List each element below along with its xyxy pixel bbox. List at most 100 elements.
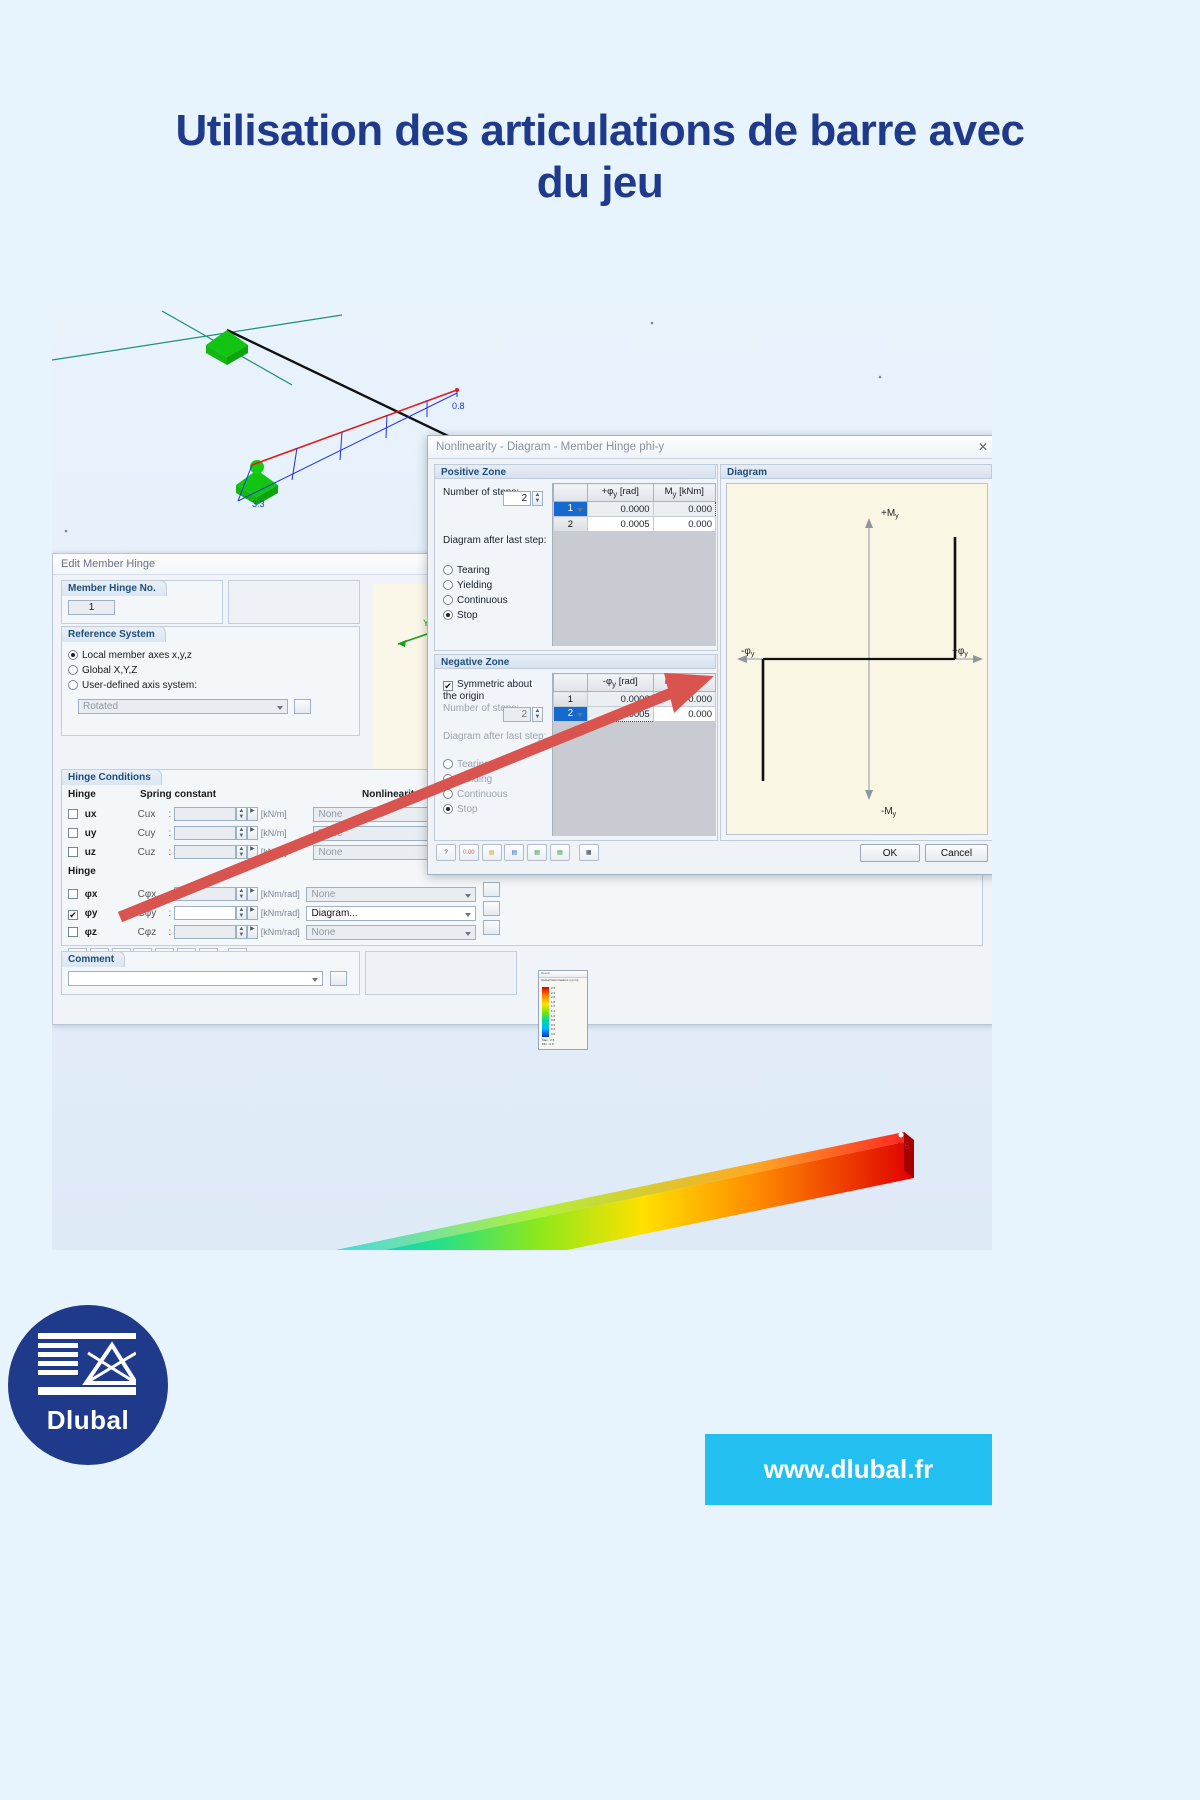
negative-zone-table[interactable]: -φy [rad] My [kNm] 1 0.0000 0.000 2 -0.0… bbox=[553, 673, 717, 722]
row-phi[interactable]: 0.0000 bbox=[586, 501, 654, 517]
diagram-canvas[interactable]: +My -My -φy +φy bbox=[726, 483, 988, 835]
spring-value-input[interactable] bbox=[173, 925, 236, 940]
member-hinge-no-field[interactable]: 1 bbox=[68, 600, 115, 615]
row-my[interactable]: 0.000 bbox=[652, 501, 717, 517]
spinner-icon[interactable]: ▲ ▼ bbox=[235, 925, 247, 940]
save-icon[interactable]: ▤ bbox=[504, 844, 525, 861]
negative-option-continuous[interactable]: Continuous bbox=[443, 789, 508, 800]
axis-system-edit-icon[interactable] bbox=[294, 699, 311, 714]
radio-local-member-axes[interactable]: Local member axes x,y,z bbox=[68, 650, 197, 661]
positive-zone-table[interactable]: +φy [rad] My [kNm] 1 0.0000 0.000 2 0.00… bbox=[553, 483, 717, 532]
table-row[interactable]: 2 -0.0005 0.000 bbox=[553, 706, 717, 722]
checkbox-icon[interactable] bbox=[68, 889, 78, 899]
nonlinearity-dialog[interactable]: Nonlinearity - Diagram - Member Hinge ph… bbox=[427, 435, 992, 875]
checkbox-icon[interactable] bbox=[68, 809, 78, 819]
row-phi[interactable]: 0.0000 bbox=[586, 691, 654, 707]
spring-value-input[interactable] bbox=[173, 887, 236, 902]
spin-right-icon[interactable]: ▶ bbox=[246, 887, 258, 902]
unit-label: [kN/m] bbox=[260, 828, 287, 838]
result-label-max: 2.5 bbox=[897, 1141, 910, 1151]
cancel-button[interactable]: Cancel bbox=[925, 844, 988, 862]
negative-steps-spinner-icon[interactable]: ▲ ▼ bbox=[532, 707, 543, 722]
negative-steps-input[interactable]: 2 bbox=[503, 707, 531, 722]
row-index[interactable]: 1 bbox=[553, 691, 588, 707]
positive-steps-input[interactable]: 2 bbox=[503, 491, 531, 506]
dof-label: ux bbox=[84, 809, 97, 820]
spin-right-icon[interactable]: ▶ bbox=[246, 925, 258, 940]
units-icon[interactable]: 0.00 bbox=[458, 844, 479, 861]
radio-user-defined-axes[interactable]: User-defined axis system: bbox=[68, 680, 197, 691]
row-index[interactable]: 2 bbox=[553, 516, 588, 532]
nonlinearity-select-phiz[interactable]: None bbox=[306, 925, 477, 940]
calculator-icon[interactable]: ▦ bbox=[578, 844, 599, 861]
nonlinearity-edit-icon[interactable] bbox=[483, 920, 501, 935]
nonlinearity-edit-icon[interactable] bbox=[483, 901, 501, 916]
row-my[interactable]: 0.000 bbox=[652, 691, 717, 707]
nonlinearity-select-phix[interactable]: None bbox=[306, 887, 477, 902]
table-row[interactable]: 1 0.0000 0.000 bbox=[553, 501, 717, 517]
positive-steps-spinner-icon[interactable]: ▲ ▼ bbox=[532, 491, 543, 506]
checkbox-icon[interactable] bbox=[68, 847, 78, 857]
positive-zone-table-wrap[interactable]: +φy [rad] My [kNm] 1 0.0000 0.000 2 0.00… bbox=[552, 483, 717, 646]
positive-option-stop[interactable]: Stop bbox=[443, 610, 508, 621]
spin-right-icon[interactable]: ▶ bbox=[246, 807, 258, 822]
unit-label: [kN/m] bbox=[260, 847, 287, 857]
col-phi: +φy [rad] bbox=[586, 483, 654, 502]
table-row[interactable]: 2 0.0005 0.000 bbox=[553, 516, 717, 532]
nonlinearity-edit-icon[interactable] bbox=[483, 882, 501, 897]
spring-value-input[interactable] bbox=[173, 807, 236, 822]
row-phi[interactable]: -0.0005 bbox=[586, 706, 654, 722]
spinner-icon[interactable]: ▲ ▼ bbox=[235, 887, 247, 902]
ok-button[interactable]: OK bbox=[860, 844, 920, 862]
table-row[interactable]: 1 0.0000 0.000 bbox=[553, 691, 717, 707]
member-hinge-no-label: Member Hinge No. bbox=[61, 580, 167, 596]
row-my[interactable]: 0.000 bbox=[652, 516, 717, 532]
export-icon[interactable]: ▤ bbox=[549, 844, 570, 861]
unit-label: [kNm/rad] bbox=[260, 927, 300, 937]
negative-option-yielding[interactable]: Yielding bbox=[443, 774, 508, 785]
radio-icon bbox=[68, 665, 78, 675]
checkbox-icon[interactable] bbox=[68, 828, 78, 838]
positive-option-tearing[interactable]: Tearing bbox=[443, 565, 508, 576]
checkbox-icon[interactable] bbox=[68, 927, 78, 937]
spinner-icon[interactable]: ▲ ▼ bbox=[235, 845, 247, 860]
spin-right-icon[interactable]: ▶ bbox=[246, 845, 258, 860]
nonlinearity-select-phiy[interactable]: Diagram... bbox=[306, 906, 477, 921]
screenshot-composite: 0.8 3.3 Edit Member Hinge Member Hinge N… bbox=[52, 305, 992, 1250]
spring-value-input[interactable] bbox=[173, 845, 236, 860]
row-my[interactable]: 0.000 bbox=[652, 706, 717, 722]
checkbox-icon[interactable] bbox=[68, 910, 78, 920]
spring-value-input[interactable] bbox=[173, 906, 236, 921]
nonlinearity-title-bar: Nonlinearity - Diagram - Member Hinge ph… bbox=[428, 436, 992, 459]
unit-label: [kNm/rad] bbox=[260, 889, 300, 899]
negative-zone-table-wrap[interactable]: -φy [rad] My [kNm] 1 0.0000 0.000 2 -0.0… bbox=[552, 673, 717, 836]
open-icon[interactable]: ▤ bbox=[481, 844, 502, 861]
radio-global-axes[interactable]: Global X,Y,Z bbox=[68, 665, 197, 676]
spinner-icon[interactable]: ▲ ▼ bbox=[235, 826, 247, 841]
negative-option-tearing[interactable]: Tearing bbox=[443, 759, 508, 770]
help-icon[interactable]: ? bbox=[436, 844, 456, 861]
dialog-footer-toolbar[interactable]: ? 0.00 ▤ ▤ ▤ ▤ ▦ bbox=[436, 844, 599, 861]
positive-option-yielding[interactable]: Yielding bbox=[443, 580, 508, 591]
hinge-row-phiz[interactable]: φz Cφz : ▲ ▼▶ [kNm/rad] None bbox=[68, 920, 598, 940]
row-phi[interactable]: 0.0005 bbox=[586, 516, 654, 532]
logo-mark-icon bbox=[38, 1333, 136, 1395]
spring-value-input[interactable] bbox=[173, 826, 236, 841]
spin-right-icon[interactable]: ▶ bbox=[246, 826, 258, 841]
spinner-icon[interactable]: ▲ ▼ bbox=[235, 906, 247, 921]
positive-option-continuous[interactable]: Continuous bbox=[443, 595, 508, 606]
positive-zone-label: Positive Zone bbox=[434, 464, 716, 479]
spin-right-icon[interactable]: ▶ bbox=[246, 906, 258, 921]
negative-option-stop[interactable]: Stop bbox=[443, 804, 508, 815]
row-index[interactable]: 2 bbox=[553, 706, 588, 722]
row-index[interactable]: 1 bbox=[553, 501, 588, 517]
rotational-rows: φx Cφx : ▲▼▶ [kNm/rad] None φy Cφy : ▲▼▶… bbox=[68, 882, 598, 940]
spinner-icon[interactable]: ▲ ▼ bbox=[235, 807, 247, 822]
import-icon[interactable]: ▤ bbox=[527, 844, 548, 861]
close-icon[interactable]: ✕ bbox=[976, 440, 990, 454]
hinge-row-phiy[interactable]: φy Cφy : ▲▼▶ [kNm/rad] Diagram... bbox=[68, 901, 598, 921]
hinge-row-phix[interactable]: φx Cφx : ▲ ▼▶ [kNm/rad] None bbox=[68, 882, 598, 902]
axis-system-select[interactable]: Rotated bbox=[78, 699, 288, 714]
symmetric-about-origin-checkbox[interactable]: Symmetric about the origin bbox=[443, 679, 548, 703]
website-url-badge[interactable]: www.dlubal.fr bbox=[705, 1434, 992, 1505]
